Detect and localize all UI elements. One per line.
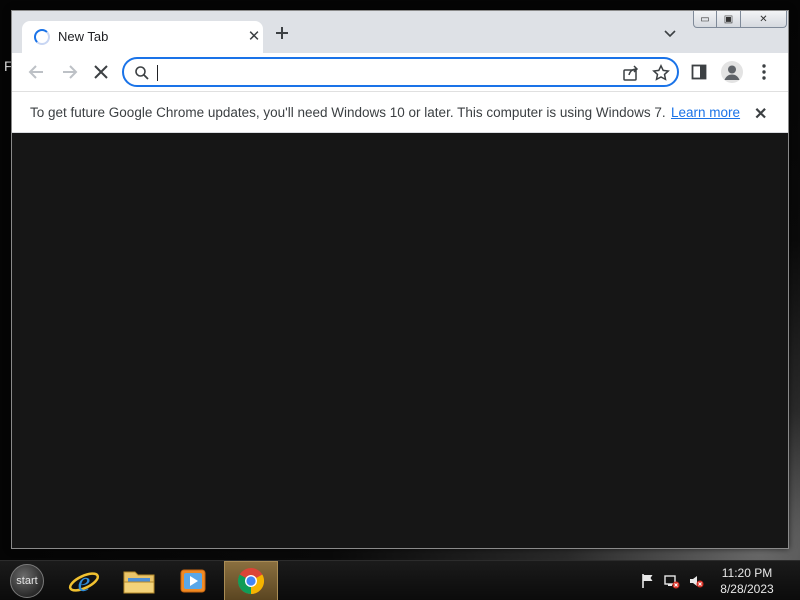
plus-icon [276,27,288,39]
close-icon [94,65,108,79]
avatar-icon [724,65,740,80]
taskbar-file-explorer[interactable] [113,561,165,600]
page-content[interactable] [12,133,788,548]
tab-close-icon[interactable]: ✕ [246,27,262,45]
clock-time: 11:20 PM [721,566,773,580]
star-icon[interactable] [652,64,670,82]
maximize-button[interactable]: ▣ [717,11,741,28]
text-caret [157,65,158,81]
forward-button[interactable] [58,61,80,83]
loading-spinner-icon [34,29,50,45]
taskbar-internet-explorer[interactable]: e [58,561,110,600]
arrow-right-icon [63,65,78,79]
address-bar[interactable] [122,57,679,87]
share-icon[interactable] [622,64,640,82]
stop-button[interactable] [90,61,112,83]
system-clock[interactable]: 11:20 PM 8/28/2023 [712,565,782,597]
svg-text:e: e [78,567,90,598]
minimize-button[interactable]: ▭ [693,11,717,28]
arrow-left-icon [28,65,43,79]
update-infobar: To get future Google Chrome updates, you… [12,91,788,133]
volume-muted-icon[interactable] [688,573,704,589]
tab-new-tab[interactable]: New Tab ✕ [22,21,263,53]
window-controls: ▭ ▣ ✕ [693,11,787,29]
taskbar: start e 11:20 PM 8/28/2023 [0,560,800,600]
folder-icon [123,571,155,594]
infobar-message: To get future Google Chrome updates, you… [30,105,666,120]
taskbar-chrome[interactable] [224,561,278,600]
clock-date: 8/28/2023 [720,582,774,596]
tab-title: New Tab [58,29,109,44]
chevron-down-icon [664,30,676,38]
internet-explorer-icon: e [68,567,100,598]
chrome-window: New Tab ✕ ▭ ▣ ✕ To get future Google Chr… [11,10,789,549]
flag-icon[interactable] [640,573,656,589]
avatar[interactable] [721,61,743,83]
address-input[interactable] [156,63,596,83]
close-window-button[interactable]: ✕ [741,11,787,28]
tab-search-button[interactable] [664,26,676,38]
network-icon[interactable] [664,573,680,589]
learn-more-link[interactable]: Learn more [671,105,740,120]
search-icon [135,66,149,80]
browser-toolbar [12,53,788,91]
infobar-close-icon[interactable]: ✕ [754,104,767,124]
back-button[interactable] [26,61,48,83]
side-panel-icon[interactable] [691,64,707,80]
new-tab-button[interactable] [274,22,290,46]
title-bar[interactable]: New Tab ✕ ▭ ▣ ✕ [12,11,788,53]
kebab-menu-icon[interactable] [758,63,770,81]
taskbar-media-player[interactable] [167,561,219,600]
start-button[interactable]: start [10,564,44,598]
media-player-icon [180,569,206,593]
chrome-icon [237,568,265,595]
